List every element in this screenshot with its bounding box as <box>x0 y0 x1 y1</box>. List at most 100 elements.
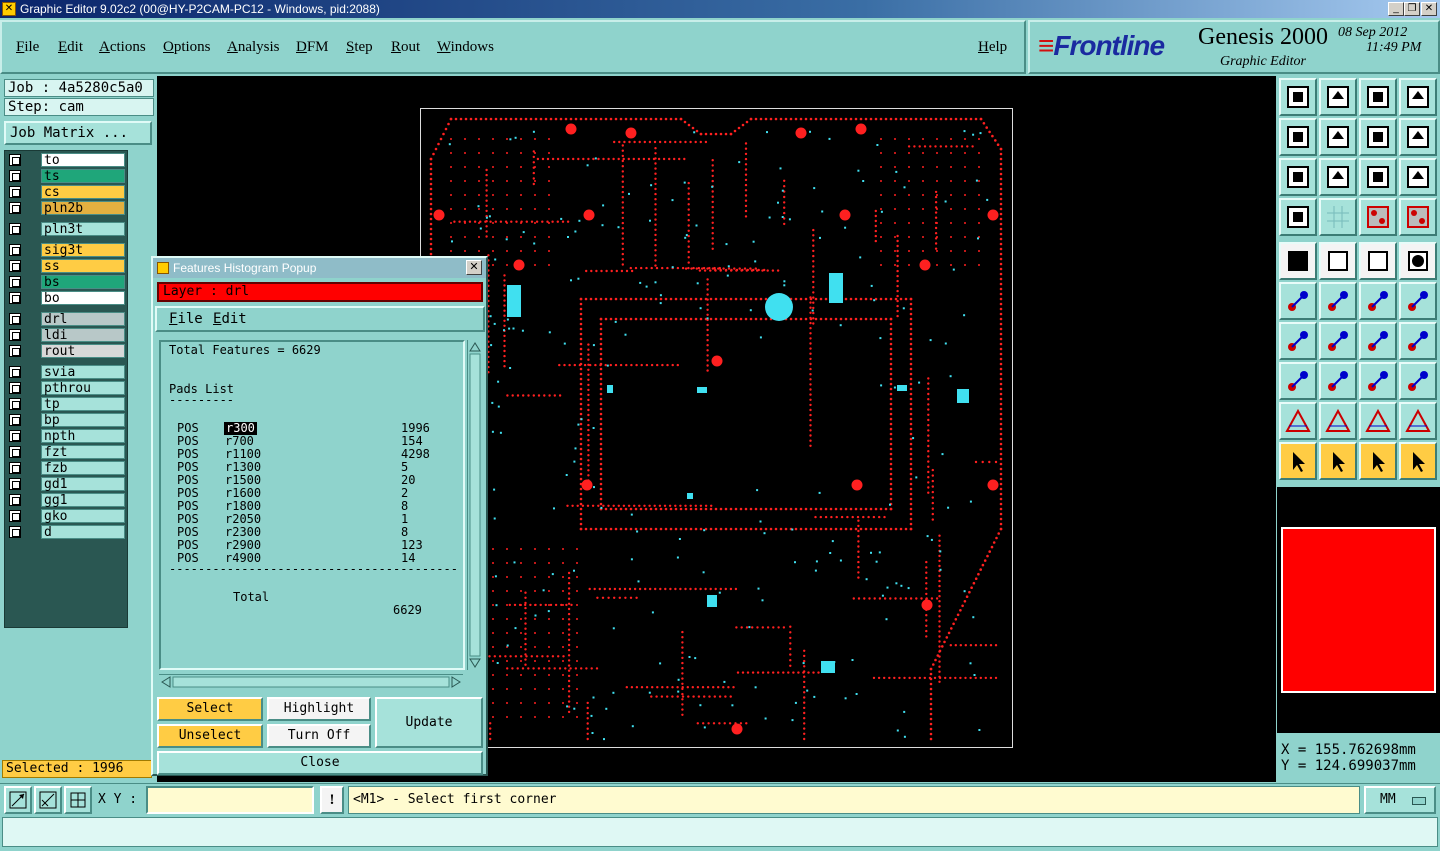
layer-checkbox[interactable] <box>9 345 21 357</box>
layer-name[interactable]: bp <box>41 413 125 427</box>
triangle-select-button[interactable] <box>1279 402 1317 440</box>
histogram-vertical-scrollbar[interactable] <box>467 340 481 670</box>
layer-checkbox[interactable] <box>9 170 21 182</box>
menu-actions[interactable]: Actions <box>99 39 146 56</box>
copy-feature-button[interactable] <box>1319 242 1357 280</box>
layer-name[interactable]: fzb <box>41 461 125 475</box>
popup-menu-edit[interactable]: Edit <box>213 311 247 327</box>
popup-close-button[interactable]: Close <box>157 751 483 775</box>
layer-checkbox[interactable] <box>9 186 21 198</box>
layer-row[interactable]: fzb <box>7 461 127 475</box>
layer-checkbox[interactable] <box>9 510 21 522</box>
layer-name[interactable]: gko <box>41 509 125 523</box>
layer-name[interactable]: fzt <box>41 445 125 459</box>
layer-checkbox[interactable] <box>9 414 21 426</box>
turn-off-button[interactable]: Turn Off <box>267 724 371 748</box>
pan-left-button[interactable] <box>1279 118 1317 156</box>
layer-row[interactable]: bo <box>7 291 127 305</box>
layer-checkbox[interactable] <box>9 430 21 442</box>
layer-row[interactable]: to <box>7 153 127 167</box>
histogram-row[interactable]: POS r1600 2 <box>169 487 459 500</box>
minimize-icon[interactable]: _ <box>1388 2 1404 16</box>
layer-name[interactable]: drl <box>41 312 125 326</box>
layer-checkbox[interactable] <box>9 202 21 214</box>
scale-1-2-button[interactable] <box>1359 158 1397 196</box>
layer-row[interactable]: cs <box>7 185 127 199</box>
measure-line-button[interactable] <box>1319 362 1357 400</box>
menu-edit[interactable]: Edit <box>58 39 83 56</box>
menu-step[interactable]: Step <box>346 39 373 56</box>
layer-row[interactable]: tp <box>7 397 127 411</box>
layer-name[interactable]: gd1 <box>41 477 125 491</box>
layer-name[interactable]: ldi <box>41 328 125 342</box>
triangle-b-button[interactable] <box>1359 402 1397 440</box>
split-feature-button[interactable] <box>1399 322 1437 360</box>
measure-button[interactable] <box>34 786 62 814</box>
layer-row[interactable]: pthrou <box>7 381 127 395</box>
layer-name[interactable]: pln2b <box>41 201 125 215</box>
layer-row[interactable]: ss <box>7 259 127 273</box>
layer-checkbox[interactable] <box>9 244 21 256</box>
node-group-button[interactable] <box>1279 362 1317 400</box>
layer-checkbox[interactable] <box>9 329 21 341</box>
histogram-row[interactable]: POS r2900 123 <box>169 539 459 552</box>
zoom-area-button[interactable] <box>4 786 32 814</box>
layer-name[interactable]: npth <box>41 429 125 443</box>
layer-name[interactable]: gg1 <box>41 493 125 507</box>
layer-name[interactable]: to <box>41 153 125 167</box>
layer-name[interactable]: rout <box>41 344 125 358</box>
layer-row[interactable]: d <box>7 525 127 539</box>
layer-checkbox[interactable] <box>9 494 21 506</box>
window-split-button[interactable] <box>1399 78 1437 116</box>
triangle-a-button[interactable] <box>1319 402 1357 440</box>
move-point-button[interactable] <box>1359 282 1397 320</box>
menu-windows[interactable]: Windows <box>437 39 494 56</box>
menu-options[interactable]: Options <box>163 39 211 56</box>
zoom-center-button[interactable] <box>1319 158 1357 196</box>
layer-row[interactable]: bs <box>7 275 127 289</box>
update-button[interactable]: Update <box>375 697 483 748</box>
histogram-row[interactable]: POS r1300 5 <box>169 461 459 474</box>
layer-checkbox[interactable] <box>9 526 21 538</box>
layer-name[interactable]: pln3t <box>41 222 125 236</box>
move-point-alt-button[interactable] <box>1399 282 1437 320</box>
connect-nodes-button[interactable] <box>1279 282 1317 320</box>
layer-row[interactable]: pln3t <box>7 222 127 236</box>
restore-icon[interactable]: ❐ <box>1404 2 1420 16</box>
delete-point-button[interactable] <box>1319 282 1357 320</box>
xy-input[interactable] <box>146 786 314 814</box>
layer-row[interactable]: svia <box>7 365 127 379</box>
highlight-button[interactable]: Highlight <box>267 697 371 721</box>
pointer-button[interactable] <box>1279 442 1317 480</box>
layer-checkbox[interactable] <box>9 276 21 288</box>
slash-line-button[interactable] <box>1319 322 1357 360</box>
layer-checkbox[interactable] <box>9 223 21 235</box>
histogram-row[interactable]: POS r1500 20 <box>169 474 459 487</box>
layer-name[interactable]: bs <box>41 275 125 289</box>
layer-row[interactable]: npth <box>7 429 127 443</box>
arc-button[interactable] <box>1359 322 1397 360</box>
menu-analysis[interactable]: Analysis <box>227 39 280 56</box>
grid-button[interactable] <box>64 786 92 814</box>
layer-name[interactable]: sig3t <box>41 243 125 257</box>
layer-name[interactable]: ss <box>41 259 125 273</box>
triangle-c-button[interactable] <box>1399 402 1437 440</box>
layer-checkbox[interactable] <box>9 446 21 458</box>
pointer-diamond-button[interactable] <box>1359 442 1397 480</box>
layer-checkbox[interactable] <box>9 478 21 490</box>
grid-toggle-button[interactable] <box>1319 198 1357 236</box>
layer-checkbox[interactable] <box>9 154 21 166</box>
layer-checkbox[interactable] <box>9 313 21 325</box>
close-icon[interactable]: ✕ <box>1421 2 1437 16</box>
unselect-button[interactable]: Unselect <box>157 724 263 748</box>
pointer-box-button[interactable] <box>1319 442 1357 480</box>
menu-help[interactable]: Help <box>978 39 1007 56</box>
popup-close-icon[interactable]: ✕ <box>466 260 482 275</box>
layer-checkbox[interactable] <box>9 260 21 272</box>
layer-name[interactable]: cs <box>41 185 125 199</box>
menu-file[interactable]: File <box>16 39 39 56</box>
layer-row[interactable]: ts <box>7 169 127 183</box>
layer-name[interactable]: d <box>41 525 125 539</box>
camera-button[interactable] <box>1279 242 1317 280</box>
layer-name[interactable]: bo <box>41 291 125 305</box>
